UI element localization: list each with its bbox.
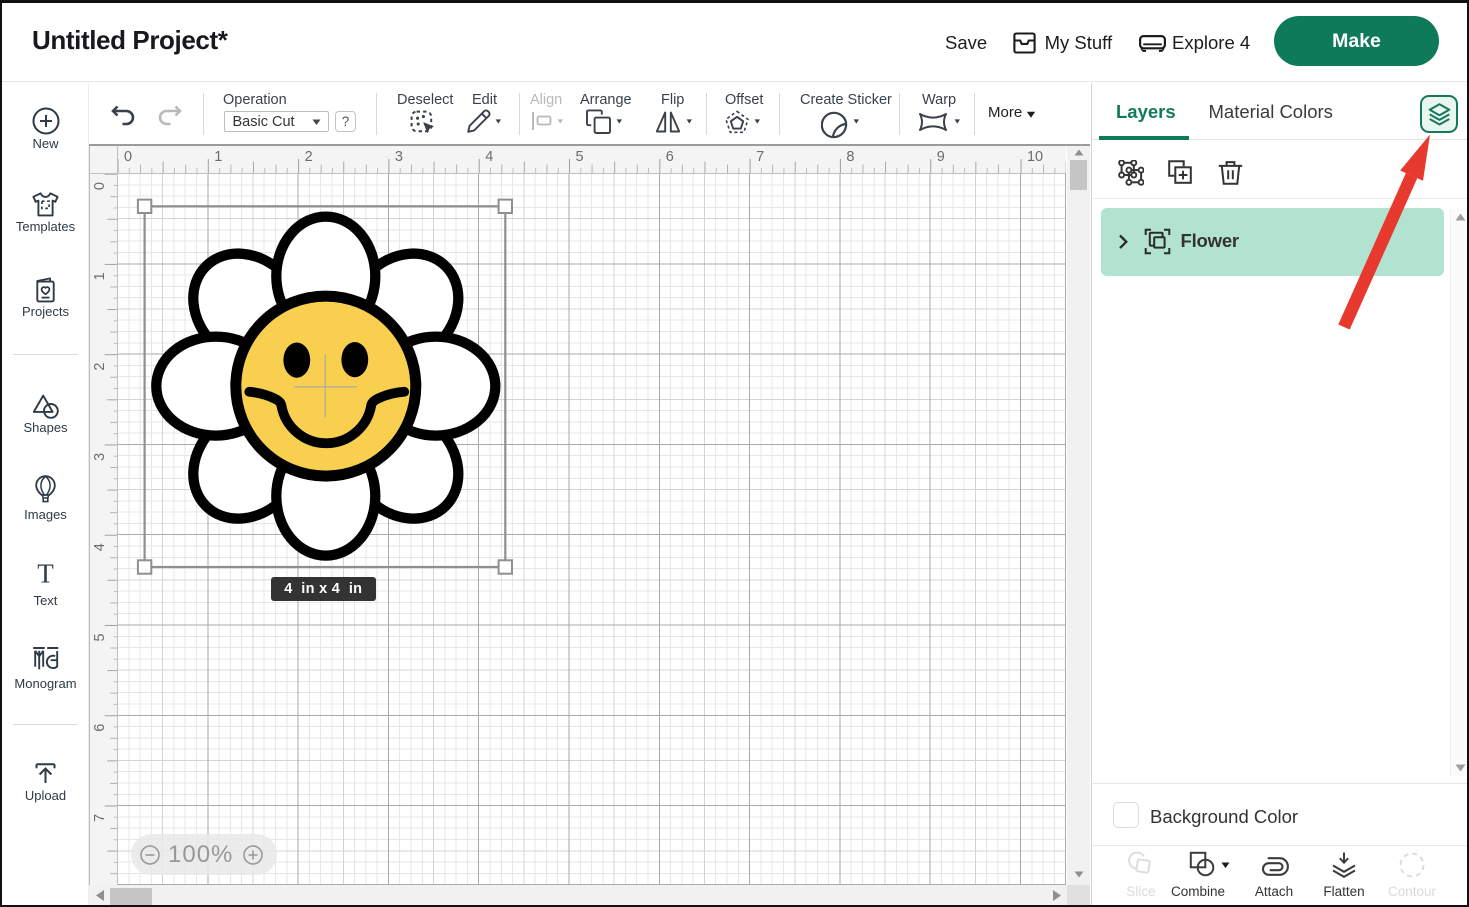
svg-text:6: 6 <box>666 149 674 165</box>
svg-text:3: 3 <box>92 452 108 460</box>
svg-text:1: 1 <box>214 149 222 165</box>
svg-text:2: 2 <box>92 362 108 370</box>
svg-text:4: 4 <box>485 149 493 165</box>
svg-text:8: 8 <box>847 149 855 165</box>
svg-text:5: 5 <box>92 633 108 641</box>
svg-text:T: T <box>37 563 54 586</box>
svg-text:9: 9 <box>937 149 945 165</box>
svg-text:2: 2 <box>305 149 313 165</box>
svg-text:3: 3 <box>395 149 403 165</box>
svg-text:0: 0 <box>124 149 132 165</box>
svg-text:5: 5 <box>576 149 584 165</box>
svg-text:6: 6 <box>92 723 108 731</box>
svg-text:7: 7 <box>92 813 108 821</box>
svg-text:4: 4 <box>92 543 108 551</box>
svg-text:0: 0 <box>92 182 108 190</box>
svg-text:7: 7 <box>756 149 764 165</box>
svg-text:1: 1 <box>92 272 108 280</box>
svg-text:10: 10 <box>1027 149 1043 165</box>
